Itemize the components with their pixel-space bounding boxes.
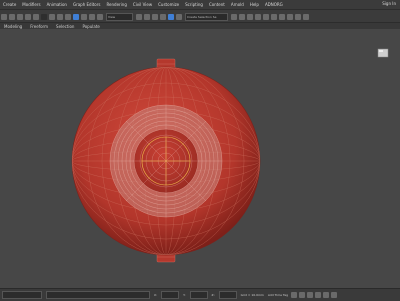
menu-bar: Create Modifiers Animation Graph Editors… — [0, 0, 400, 9]
render-icon[interactable] — [303, 13, 309, 20]
menu-customize[interactable]: Customize — [155, 2, 182, 7]
rect-region-icon[interactable] — [65, 13, 71, 20]
y-coordinate-field[interactable] — [189, 291, 208, 299]
undo-icon[interactable] — [1, 13, 7, 20]
orbit-icon[interactable] — [331, 292, 337, 298]
select-object-icon[interactable] — [49, 13, 55, 20]
menu-content[interactable]: Content — [206, 2, 228, 7]
layer-icon[interactable] — [247, 13, 253, 20]
percent-snap-icon[interactable] — [160, 13, 166, 20]
tab-populate[interactable]: Populate — [78, 24, 103, 29]
tab-selection[interactable]: Selection — [52, 24, 78, 29]
pan-icon[interactable] — [323, 292, 329, 298]
schematic-icon[interactable] — [271, 13, 277, 20]
view-dropdown[interactable]: View — [106, 12, 133, 21]
spinner-snap-icon[interactable] — [168, 13, 174, 20]
menu-graph-editors[interactable]: Graph Editors — [70, 2, 103, 7]
pivot-icon[interactable] — [136, 13, 142, 20]
key-icon[interactable] — [299, 292, 305, 298]
max-app-window: Create Modifiers Animation Graph Editors… — [0, 0, 400, 301]
menu-scripting[interactable]: Scripting — [182, 2, 206, 7]
x-label: X: — [154, 293, 158, 297]
place-icon[interactable] — [97, 13, 103, 20]
menu-modifiers[interactable]: Modifiers — [19, 2, 43, 7]
main-toolbar: View Create Selection Se — [0, 9, 400, 23]
tab-freeform[interactable]: Freeform — [26, 24, 52, 29]
selection-set-dropdown[interactable]: Create Selection Se — [185, 12, 228, 21]
selection-gizmo[interactable] — [141, 136, 191, 186]
add-time-tag[interactable]: Add Time Tag — [266, 293, 290, 297]
snap-toggle-icon[interactable] — [144, 13, 150, 20]
y-label: Y: — [183, 293, 186, 297]
prompt-field — [46, 291, 150, 299]
sign-in-link[interactable]: Sign In — [382, 1, 396, 6]
script-listener-field[interactable] — [2, 291, 42, 299]
ribbon-tabs: Modeling Freeform Selection Populate — [0, 22, 400, 29]
render-setup-icon[interactable] — [287, 13, 293, 20]
move-icon[interactable] — [73, 13, 79, 20]
view-cube-icon[interactable] — [377, 48, 389, 58]
select-by-name-icon[interactable] — [57, 13, 63, 20]
mirror-icon[interactable] — [231, 13, 237, 20]
z-label: Z: — [211, 293, 215, 297]
menu-rendering[interactable]: Rendering — [103, 2, 129, 7]
menu-arnold[interactable]: Arnold — [228, 2, 247, 7]
scene-explorer-icon[interactable] — [255, 13, 261, 20]
time-config-icon[interactable] — [307, 292, 313, 298]
grid-size-readout: Grid = 10.0mm — [240, 293, 264, 297]
curve-editor-icon[interactable] — [263, 13, 269, 20]
viewport-canvas[interactable] — [0, 29, 400, 288]
redo-icon[interactable] — [9, 13, 15, 20]
viewport[interactable] — [0, 29, 400, 288]
material-editor-icon[interactable] — [279, 13, 285, 20]
link-icon[interactable] — [17, 13, 23, 20]
z-coordinate-field[interactable] — [218, 291, 237, 299]
menu-help[interactable]: Help — [247, 2, 262, 7]
status-bar: X: Y: Z: Grid = 10.0mm Add Time Tag — [0, 288, 400, 301]
unlink-icon[interactable] — [25, 13, 31, 20]
play-icon[interactable] — [291, 292, 297, 298]
menu-create[interactable]: Create — [0, 2, 19, 7]
render-frame-icon[interactable] — [295, 13, 301, 20]
menu-adnorg[interactable]: ADNORG — [262, 2, 286, 7]
scale-icon[interactable] — [89, 13, 95, 20]
menu-animation[interactable]: Animation — [44, 2, 70, 7]
tab-modeling[interactable]: Modeling — [0, 24, 26, 29]
menu-civil-view[interactable]: Civil View — [130, 2, 155, 7]
angle-snap-icon[interactable] — [152, 13, 158, 20]
rotate-icon[interactable] — [81, 13, 87, 20]
x-coordinate-field[interactable] — [161, 291, 180, 299]
filter-icon[interactable] — [41, 13, 47, 20]
edit-named-sel-icon[interactable] — [176, 13, 182, 20]
bind-icon[interactable] — [33, 13, 39, 20]
align-icon[interactable] — [239, 13, 245, 20]
zoom-icon[interactable] — [315, 292, 321, 298]
